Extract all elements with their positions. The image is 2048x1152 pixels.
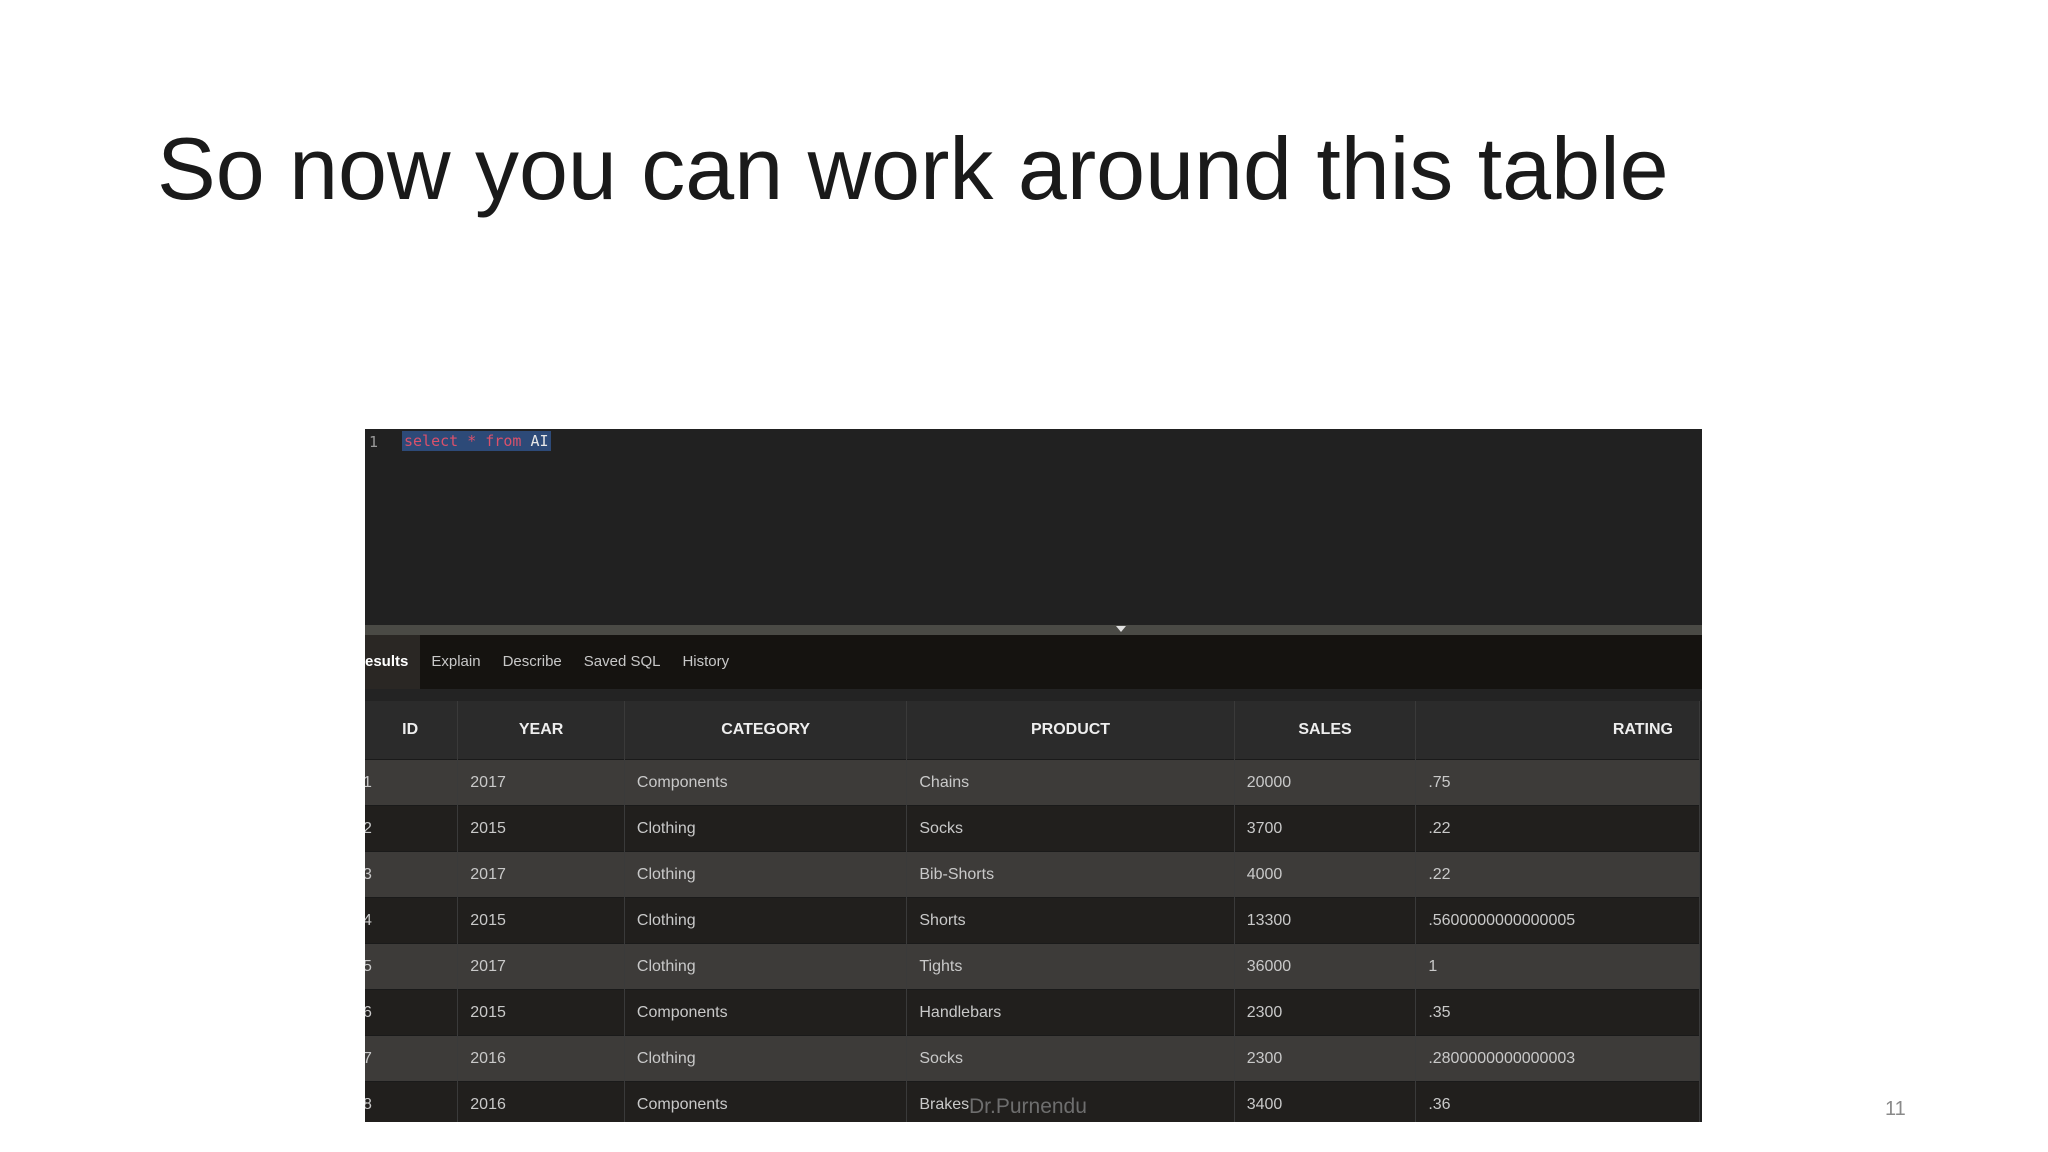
cell-category: Clothing bbox=[624, 1035, 908, 1082]
cell-id: 5 bbox=[365, 943, 459, 990]
cell-product: Handlebars bbox=[906, 989, 1235, 1036]
cell-rating: .36 bbox=[1415, 1081, 1700, 1122]
table-row[interactable]: 2 2015 Clothing Socks 3700 .22 bbox=[365, 805, 1700, 852]
table-row[interactable]: 1 2017 Components Chains 20000 .75 bbox=[365, 759, 1700, 806]
table-header-row: ID YEAR CATEGORY PRODUCT SALES RATING bbox=[365, 701, 1700, 760]
keyword-from: from bbox=[485, 432, 522, 450]
cell-year: 2017 bbox=[457, 943, 625, 990]
sql-editor[interactable]: 1 select * from AI bbox=[365, 429, 1702, 625]
results-table: ID YEAR CATEGORY PRODUCT SALES RATING 1 … bbox=[365, 701, 1700, 1122]
sql-query-line[interactable]: select * from AI bbox=[402, 431, 551, 451]
cell-id: 3 bbox=[365, 851, 459, 898]
cell-id: 1 bbox=[365, 759, 459, 806]
line-number: 1 bbox=[369, 433, 379, 451]
cell-product: Socks bbox=[906, 1035, 1235, 1082]
cell-id: 6 bbox=[365, 989, 459, 1036]
cell-category: Components bbox=[624, 1081, 908, 1122]
caret-down-icon[interactable] bbox=[1116, 626, 1126, 632]
cell-sales: 36000 bbox=[1234, 943, 1417, 990]
cell-sales: 3400 bbox=[1234, 1081, 1417, 1122]
column-header-rating[interactable]: RATING bbox=[1415, 701, 1700, 760]
cell-year: 2017 bbox=[457, 759, 625, 806]
column-header-category[interactable]: CATEGORY bbox=[624, 701, 908, 760]
cell-sales: 3700 bbox=[1234, 805, 1417, 852]
column-header-year[interactable]: YEAR bbox=[457, 701, 625, 760]
table-row[interactable]: 7 2016 Clothing Socks 2300 .280000000000… bbox=[365, 1035, 1700, 1082]
cell-year: 2015 bbox=[457, 897, 625, 944]
cell-sales: 13300 bbox=[1234, 897, 1417, 944]
cell-year: 2015 bbox=[457, 805, 625, 852]
cell-category: Components bbox=[624, 989, 908, 1036]
cell-product: Socks bbox=[906, 805, 1235, 852]
cell-id: 4 bbox=[365, 897, 459, 944]
cell-category: Clothing bbox=[624, 943, 908, 990]
cell-year: 2015 bbox=[457, 989, 625, 1036]
column-header-sales[interactable]: SALES bbox=[1234, 701, 1417, 760]
cell-product: Tights bbox=[906, 943, 1235, 990]
sql-workshop-screenshot: 1 select * from AI esults Explain Descri… bbox=[365, 429, 1702, 1122]
cell-rating: .22 bbox=[1415, 851, 1700, 898]
column-header-id[interactable]: ID bbox=[365, 701, 459, 760]
cell-sales: 2300 bbox=[1234, 989, 1417, 1036]
tab-saved-sql[interactable]: Saved SQL bbox=[573, 635, 672, 689]
cell-sales: 20000 bbox=[1234, 759, 1417, 806]
tab-explain[interactable]: Explain bbox=[420, 635, 491, 689]
keyword-select: select bbox=[404, 432, 459, 450]
cell-rating: .75 bbox=[1415, 759, 1700, 806]
cell-rating: 1 bbox=[1415, 943, 1700, 990]
cell-id: 7 bbox=[365, 1035, 459, 1082]
cell-sales: 4000 bbox=[1234, 851, 1417, 898]
table-name: AI bbox=[530, 432, 549, 450]
table-row[interactable]: 4 2015 Clothing Shorts 13300 .5600000000… bbox=[365, 897, 1700, 944]
cell-rating: .5600000000000005 bbox=[1415, 897, 1700, 944]
cell-category: Clothing bbox=[624, 897, 908, 944]
table-row[interactable]: 6 2015 Components Handlebars 2300 .35 bbox=[365, 989, 1700, 1036]
slide: So now you can work around this table 1 … bbox=[0, 0, 2048, 1152]
cell-category: Components bbox=[624, 759, 908, 806]
results-tabbar: esults Explain Describe Saved SQL Histor… bbox=[365, 635, 1702, 689]
cell-year: 2016 bbox=[457, 1035, 625, 1082]
cell-rating: .35 bbox=[1415, 989, 1700, 1036]
cell-category: Clothing bbox=[624, 851, 908, 898]
pane-splitter[interactable] bbox=[365, 625, 1702, 635]
column-header-product[interactable]: PRODUCT bbox=[906, 701, 1235, 760]
cell-rating: .2800000000000003 bbox=[1415, 1035, 1700, 1082]
cell-product: Bib-Shorts bbox=[906, 851, 1235, 898]
author-footer: Dr.Purnendu bbox=[969, 1095, 1087, 1118]
cell-product: Chains bbox=[906, 759, 1235, 806]
tab-history[interactable]: History bbox=[671, 635, 740, 689]
cell-sales: 2300 bbox=[1234, 1035, 1417, 1082]
table-row[interactable]: 5 2017 Clothing Tights 36000 1 bbox=[365, 943, 1700, 990]
tab-results[interactable]: esults bbox=[365, 635, 421, 689]
tab-describe[interactable]: Describe bbox=[492, 635, 573, 689]
cell-year: 2016 bbox=[457, 1081, 625, 1122]
tab-gap bbox=[365, 689, 1702, 701]
slide-title: So now you can work around this table bbox=[157, 119, 1669, 218]
cell-id: 2 bbox=[365, 805, 459, 852]
cell-product: Shorts bbox=[906, 897, 1235, 944]
page-number: 11 bbox=[1885, 1098, 1906, 1120]
cell-year: 2017 bbox=[457, 851, 625, 898]
asterisk: * bbox=[467, 432, 477, 450]
table-row[interactable]: 3 2017 Clothing Bib-Shorts 4000 .22 bbox=[365, 851, 1700, 898]
cell-id: 8 bbox=[365, 1081, 459, 1122]
cell-rating: .22 bbox=[1415, 805, 1700, 852]
cell-category: Clothing bbox=[624, 805, 908, 852]
